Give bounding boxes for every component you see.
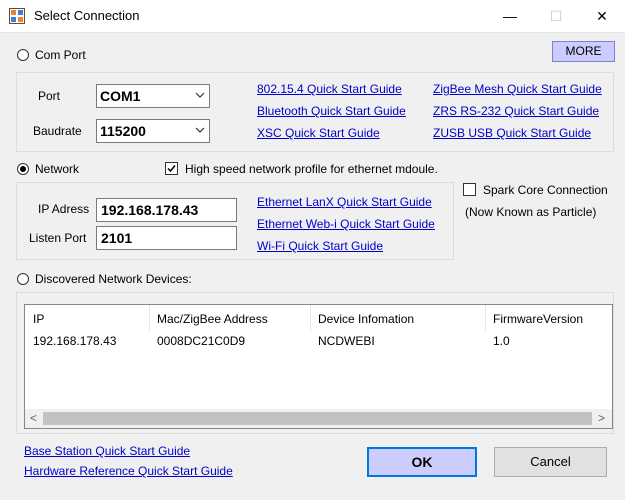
maximize-icon: ☐ xyxy=(549,8,563,24)
cancel-button[interactable]: Cancel xyxy=(494,447,607,477)
link-zusb-usb-guide[interactable]: ZUSB USB Quick Start Guide xyxy=(433,126,591,140)
link-zrs-rs232-guide[interactable]: ZRS RS-232 Quick Start Guide xyxy=(433,104,599,118)
window-title: Select Connection xyxy=(34,8,140,23)
horizontal-scrollbar[interactable]: < > xyxy=(25,409,612,428)
column-separator xyxy=(310,305,311,331)
link-xsc-guide[interactable]: XSC Quick Start Guide xyxy=(257,126,380,140)
column-separator xyxy=(485,305,486,331)
ip-address-label: IP Adress xyxy=(38,202,90,216)
network-label: Network xyxy=(35,162,80,176)
baudrate-select[interactable]: 115200 xyxy=(96,119,210,143)
listen-port-input[interactable]: 2101 xyxy=(96,226,237,250)
more-button[interactable]: MORE xyxy=(552,41,615,62)
table-row[interactable]: 192.168.178.43 0008DC21C0D9 NCDWEBI 1.0 xyxy=(25,332,612,350)
network-radio[interactable] xyxy=(17,163,29,175)
port-label: Port xyxy=(38,89,61,103)
column-header-mac[interactable]: Mac/ZigBee Address xyxy=(157,312,268,326)
column-header-firmware[interactable]: FirmwareVersion xyxy=(493,312,583,326)
spark-core-checkbox[interactable] xyxy=(463,183,476,196)
link-wifi-guide[interactable]: Wi-Fi Quick Start Guide xyxy=(257,239,383,253)
title-bar: Select Connection — ☐ ✕ xyxy=(0,0,625,33)
baudrate-label: Baudrate xyxy=(33,124,82,138)
link-802-15-4-guide[interactable]: 802.15.4 Quick Start Guide xyxy=(257,82,402,96)
minimize-button[interactable]: — xyxy=(487,0,533,32)
cell-firmware: 1.0 xyxy=(493,334,510,348)
ok-button[interactable]: OK xyxy=(367,447,477,477)
chevron-down-icon xyxy=(195,92,205,98)
discovered-devices-label: Discovered Network Devices: xyxy=(35,272,192,286)
link-bluetooth-guide[interactable]: Bluetooth Quick Start Guide xyxy=(257,104,406,118)
app-icon xyxy=(9,8,25,24)
column-header-device-info[interactable]: Device Infomation xyxy=(318,312,414,326)
link-zigbee-mesh-guide[interactable]: ZigBee Mesh Quick Start Guide xyxy=(433,82,602,96)
cell-mac: 0008DC21C0D9 xyxy=(157,334,246,348)
chevron-down-icon xyxy=(195,127,205,133)
high-speed-checkbox[interactable] xyxy=(165,162,178,175)
link-ethernet-lanx-guide[interactable]: Ethernet LanX Quick Start Guide xyxy=(257,195,432,209)
port-select[interactable]: COM1 xyxy=(96,84,210,108)
link-ethernet-webi-guide[interactable]: Ethernet Web-i Quick Start Guide xyxy=(257,217,435,231)
scroll-left-icon[interactable]: < xyxy=(30,411,37,425)
listen-port-label: Listen Port xyxy=(29,231,87,245)
ip-address-input[interactable]: 192.168.178.43 xyxy=(96,198,237,222)
link-base-station-guide[interactable]: Base Station Quick Start Guide xyxy=(24,444,190,458)
column-header-ip[interactable]: IP xyxy=(33,312,44,326)
close-icon: ✕ xyxy=(596,8,608,24)
minimize-icon: — xyxy=(503,8,517,24)
scrollbar-thumb[interactable] xyxy=(43,412,592,425)
com-port-label: Com Port xyxy=(35,48,86,62)
cell-device-info: NCDWEBI xyxy=(318,334,375,348)
com-port-radio[interactable] xyxy=(17,49,29,61)
column-separator xyxy=(149,305,150,331)
device-list[interactable]: IP Mac/ZigBee Address Device Infomation … xyxy=(24,304,613,429)
link-hardware-reference-guide[interactable]: Hardware Reference Quick Start Guide xyxy=(24,464,233,478)
cell-ip: 192.168.178.43 xyxy=(33,334,117,348)
high-speed-label: High speed network profile for ethernet … xyxy=(185,162,438,176)
spark-core-label: Spark Core Connection xyxy=(483,183,608,197)
check-icon xyxy=(167,165,176,173)
spark-core-note: (Now Known as Particle) xyxy=(465,205,597,219)
scroll-right-icon[interactable]: > xyxy=(598,411,605,425)
maximize-button: ☐ xyxy=(533,0,579,32)
discovered-devices-radio[interactable] xyxy=(17,273,29,285)
close-button[interactable]: ✕ xyxy=(579,0,625,32)
